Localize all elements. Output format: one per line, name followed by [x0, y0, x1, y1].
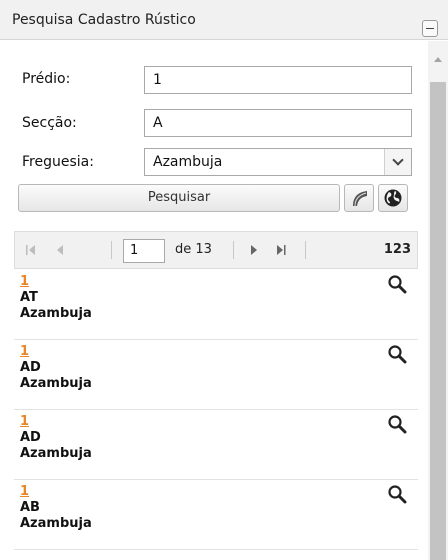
result-freguesia: Azambuja — [20, 516, 92, 531]
result-freguesia: Azambuja — [20, 306, 92, 321]
draw-button[interactable] — [344, 184, 374, 212]
total-count: 123 — [383, 242, 411, 257]
globe-button[interactable] — [378, 184, 408, 212]
zoom-icon[interactable] — [387, 484, 407, 504]
scroll-up-icon[interactable] — [434, 57, 442, 62]
result-freguesia: Azambuja — [20, 446, 92, 461]
result-predio-link[interactable]: 1 — [20, 414, 29, 429]
result-item[interactable]: 1 AB Azambuja — [14, 480, 418, 550]
draw-curve-icon — [353, 191, 367, 207]
predio-input[interactable]: 1 — [144, 66, 412, 94]
scroll-thumb[interactable] — [430, 82, 446, 560]
collapse-button[interactable] — [422, 20, 438, 37]
predio-label: Prédio: — [22, 71, 71, 87]
panel-content: Prédio: 1 Secção: A Freguesia: Azambuja … — [8, 41, 422, 560]
zoom-icon[interactable] — [387, 344, 407, 364]
panel-header: Pesquisa Cadastro Rústico — [0, 0, 448, 40]
result-seccao: AT — [20, 290, 38, 305]
result-item[interactable]: 1 AD Azambuja — [14, 410, 418, 480]
page-number-input[interactable]: 1 — [123, 239, 165, 263]
panel-title: Pesquisa Cadastro Rústico — [12, 12, 196, 28]
zoom-icon[interactable] — [387, 414, 407, 434]
seccao-input[interactable]: A — [144, 109, 412, 137]
result-item[interactable]: 1 AD Azambuja — [14, 340, 418, 410]
last-page-icon[interactable] — [275, 243, 287, 261]
zoom-icon[interactable] — [387, 274, 407, 294]
search-button[interactable]: Pesquisar — [18, 184, 340, 212]
result-predio-link[interactable]: 1 — [20, 344, 29, 359]
result-predio-link[interactable]: 1 — [20, 274, 29, 289]
result-seccao: AD — [20, 360, 41, 375]
result-predio-link[interactable]: 1 — [20, 484, 29, 499]
first-page-icon[interactable] — [25, 243, 37, 261]
prev-page-icon[interactable] — [55, 243, 65, 261]
freguesia-select[interactable]: Azambuja — [144, 148, 412, 176]
result-freguesia: Azambuja — [20, 376, 92, 391]
result-seccao: AD — [20, 430, 41, 445]
result-list: 1 AT Azambuja 1 AD Azambuja 1 AD Azambuj… — [14, 270, 418, 550]
freguesia-label: Freguesia: — [22, 154, 94, 170]
next-page-icon[interactable] — [249, 243, 259, 261]
seccao-label: Secção: — [22, 115, 77, 131]
result-item[interactable]: 1 AT Azambuja — [14, 270, 418, 340]
globe-icon — [384, 189, 402, 207]
chevron-down-icon[interactable] — [384, 149, 411, 175]
vertical-scrollbar[interactable] — [428, 41, 448, 560]
freguesia-value: Azambuja — [153, 154, 223, 170]
pagination-bar: 1 de 13 123 — [14, 231, 418, 269]
result-seccao: AB — [20, 500, 40, 515]
page-count: de 13 — [175, 242, 212, 257]
